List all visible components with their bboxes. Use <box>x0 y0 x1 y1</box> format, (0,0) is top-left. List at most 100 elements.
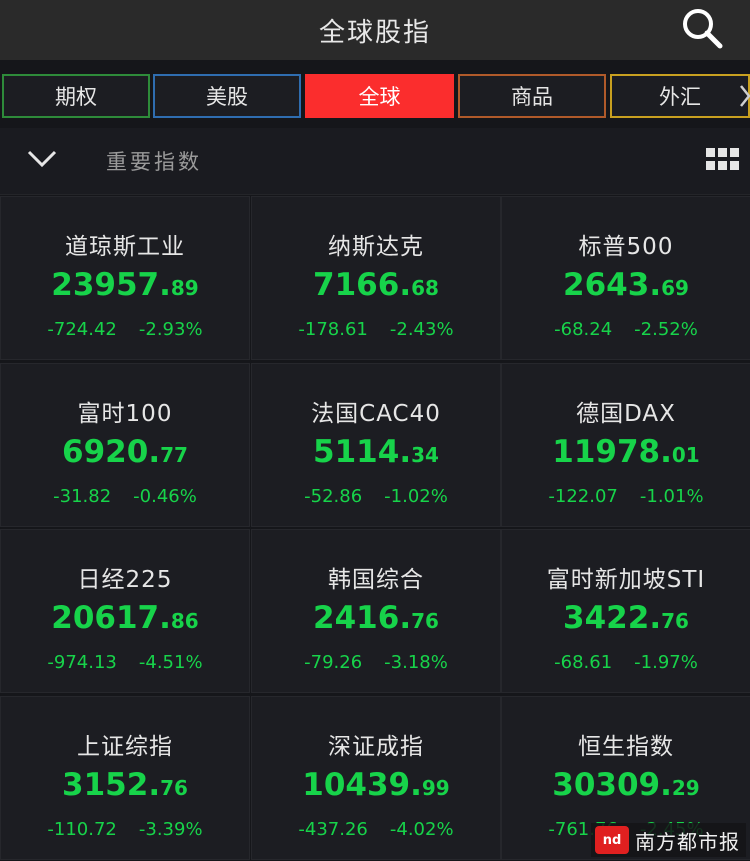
index-change-row: -974.13 -4.51% <box>1 652 249 673</box>
index-change-row: -122.07 -1.01% <box>502 486 750 507</box>
index-price: 11978.01 <box>502 434 750 470</box>
index-name: 德国DAX <box>576 400 676 427</box>
price-integer: 6920 <box>62 433 149 470</box>
index-name: 恒生指数 <box>578 733 674 760</box>
index-card[interactable]: 富时新加坡STI 3422.76 -68.61 -1.97% <box>501 529 750 693</box>
chevron-right-icon[interactable] <box>738 82 750 110</box>
index-name: 韩国综合 <box>328 567 424 593</box>
index-card[interactable]: 标普500 2643.69 -68.24 -2.52% <box>501 196 750 360</box>
price-integer: 2416 <box>313 600 400 636</box>
index-card[interactable]: 法国CAC40 5114.34 -52.86 -1.02% <box>251 362 501 527</box>
tab-global[interactable]: 全球 <box>305 74 454 118</box>
index-price: 30309.29 <box>502 767 750 803</box>
index-card-grid: 道琼斯工业 23957.89 -724.42 -2.93% 纳斯达克 7166.68 -17… <box>0 196 750 861</box>
svg-text:nd: nd <box>603 833 622 848</box>
index-card[interactable]: 道琼斯工业 23957.89 -724.42 -2.93% <box>0 196 250 360</box>
index-change-row: -68.24 -2.52% <box>502 319 750 340</box>
change-percent: -3.18% <box>384 652 448 673</box>
price-integer: 3152 <box>62 766 149 803</box>
index-card[interactable]: 富时100 6920.77 -31.82 -0.46% <box>0 362 250 527</box>
change-value: -79.26 <box>304 652 363 673</box>
price-decimal-point: . <box>148 433 161 470</box>
change-value: -724.42 <box>47 319 117 340</box>
price-fraction: 99 <box>421 775 450 800</box>
change-value: -437.26 <box>298 818 368 840</box>
tab-options[interactable]: 期权 <box>2 74 150 118</box>
tab-label: 商品 <box>511 85 553 109</box>
change-percent: -1.97% <box>634 652 698 673</box>
change-percent: -0.46% <box>133 485 197 507</box>
tab-label: 全球 <box>358 85 401 109</box>
tab-commodities[interactable]: 商品 <box>458 74 606 118</box>
market-tab-strip: 期权 美股 全球 商品 外汇 <box>0 70 750 122</box>
index-change-row: -110.72 -3.39% <box>1 819 249 840</box>
section-title: 重要指数 <box>106 150 202 174</box>
price-fraction: 34 <box>411 442 439 467</box>
watermark: nd 南方都市报 <box>591 823 746 857</box>
price-fraction: 77 <box>160 442 188 467</box>
index-card[interactable]: 深证成指 10439.99 -437.26 -4.02% <box>251 695 501 860</box>
change-percent: -2.93% <box>138 319 203 340</box>
index-card[interactable]: 日经225 20617.86 -974.13 -4.51% <box>0 529 250 693</box>
section-header: 重要指数 <box>0 128 750 195</box>
index-change-row: -178.61 -2.43% <box>252 319 500 340</box>
price-fraction: 76 <box>411 609 439 633</box>
index-price: 20617.86 <box>1 600 249 636</box>
price-fraction: 86 <box>170 609 199 633</box>
change-percent: -2.43% <box>389 319 454 340</box>
tab-us-stocks[interactable]: 美股 <box>153 74 301 118</box>
index-price: 10439.99 <box>252 767 500 803</box>
grid-view-icon[interactable] <box>706 148 740 172</box>
index-price: 6920.77 <box>1 434 249 470</box>
change-value: -122.07 <box>548 485 618 507</box>
index-change-row: -79.26 -3.18% <box>252 652 500 673</box>
change-value: -178.61 <box>298 319 368 340</box>
change-value: -68.24 <box>554 319 613 340</box>
index-card[interactable]: 上证综指 3152.76 -110.72 -3.39% <box>0 695 250 860</box>
search-icon[interactable] <box>680 6 724 50</box>
index-price: 3422.76 <box>502 600 750 636</box>
price-integer: 5114 <box>313 433 400 470</box>
price-integer: 3422 <box>563 600 650 636</box>
price-fraction: 89 <box>170 276 199 300</box>
chevron-down-icon[interactable] <box>26 148 58 170</box>
tab-forex[interactable]: 外汇 <box>610 74 750 118</box>
index-change-row: -31.82 -0.46% <box>1 486 249 507</box>
change-value: -110.72 <box>47 818 117 840</box>
change-percent: -1.02% <box>384 485 448 507</box>
price-fraction: 01 <box>671 442 700 467</box>
change-percent: -4.51% <box>138 652 203 673</box>
price-integer: 30309 <box>552 766 661 803</box>
index-change-row: -68.61 -1.97% <box>502 652 750 673</box>
change-percent: -1.01% <box>639 485 704 507</box>
index-name: 富时新加坡STI <box>546 567 706 593</box>
index-name: 富时100 <box>77 400 173 427</box>
price-integer: 11978 <box>552 433 661 470</box>
price-fraction: 76 <box>160 775 188 800</box>
index-name: 日经225 <box>77 567 173 593</box>
price-integer: 23957 <box>51 267 160 303</box>
price-fraction: 69 <box>661 276 689 300</box>
change-value: -52.86 <box>304 485 363 507</box>
price-integer: 2643 <box>563 267 650 303</box>
index-card[interactable]: 韩国综合 2416.76 -79.26 -3.18% <box>251 529 501 693</box>
change-value: -68.61 <box>554 652 613 673</box>
price-decimal-point: . <box>148 766 161 803</box>
price-decimal-point: . <box>399 267 412 303</box>
change-value: -974.13 <box>47 652 117 673</box>
price-decimal-point: . <box>660 766 672 803</box>
price-decimal-point: . <box>649 267 662 303</box>
price-decimal-point: . <box>399 433 412 470</box>
index-change-row: -437.26 -4.02% <box>252 819 500 840</box>
index-card[interactable]: 德国DAX 11978.01 -122.07 -1.01% <box>501 362 750 527</box>
index-price: 5114.34 <box>252 434 500 470</box>
index-name: 深证成指 <box>328 733 424 760</box>
index-price: 2416.76 <box>252 600 500 636</box>
index-name: 纳斯达克 <box>328 234 424 260</box>
watermark-text: 南方都市报 <box>635 829 740 854</box>
price-decimal-point: . <box>159 267 171 303</box>
index-change-row: -724.42 -2.93% <box>1 319 249 340</box>
change-percent: -4.02% <box>389 818 454 840</box>
index-card[interactable]: 纳斯达克 7166.68 -178.61 -2.43% <box>251 196 501 360</box>
index-price: 2643.69 <box>502 267 750 303</box>
